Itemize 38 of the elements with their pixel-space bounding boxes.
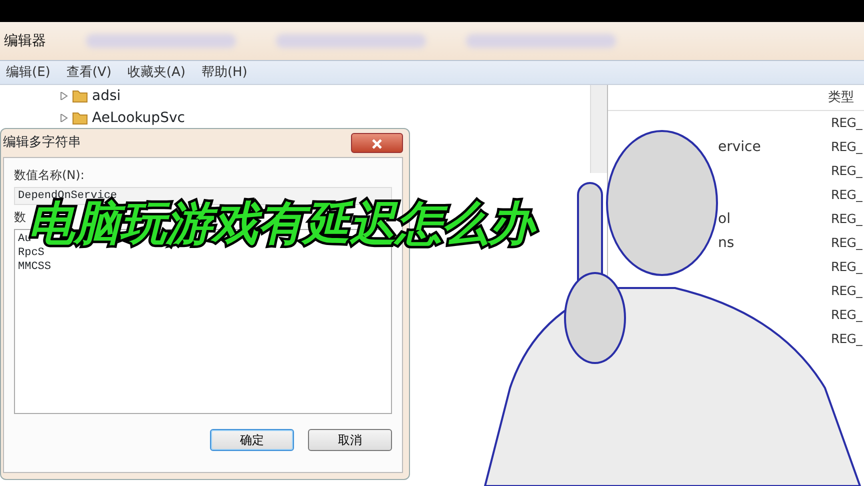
list-cell-text: REG_ xyxy=(831,282,864,300)
folder-icon xyxy=(72,110,88,126)
column-header[interactable]: 类型 xyxy=(828,88,862,108)
list-cell-text: REG_ xyxy=(831,330,864,348)
list-cell: ervice xyxy=(718,138,761,154)
blurred-tab[interactable] xyxy=(276,34,426,48)
list-cell-text: REG_ xyxy=(831,258,864,276)
blurred-tab[interactable] xyxy=(466,34,616,48)
scrollbar[interactable] xyxy=(590,85,607,173)
menu-item[interactable]: 查看(V) xyxy=(66,62,112,82)
list-cell: ns xyxy=(718,234,734,250)
tree-item-label[interactable]: AeLookupSvc xyxy=(92,108,185,128)
window-title: 编辑器 xyxy=(4,32,46,50)
folder-icon xyxy=(72,88,88,104)
list-cell-text: REG_ xyxy=(831,234,864,252)
blurred-tab[interactable] xyxy=(86,34,236,48)
collapsed-arrow-icon[interactable] xyxy=(60,114,68,122)
list-cell-text: REG_ xyxy=(831,114,864,132)
list-cell-text: REG_ xyxy=(831,210,864,228)
close-button[interactable] xyxy=(351,133,403,153)
menu-item[interactable]: 收藏夹(A) xyxy=(127,62,186,82)
dialog-title: 编辑多字符串 xyxy=(3,134,81,152)
dialog-button[interactable]: 取消 xyxy=(308,429,392,451)
list-cell-text: REG_ xyxy=(831,186,864,204)
field-label: 数 xyxy=(14,209,26,226)
field-label: 数值名称(N): xyxy=(14,167,84,184)
close-icon xyxy=(371,138,383,149)
list-cell-text: REG_ xyxy=(831,162,864,180)
collapsed-arrow-icon[interactable] xyxy=(60,92,68,100)
menu-item[interactable]: 帮助(H) xyxy=(201,62,248,82)
text-line: MMCSS xyxy=(18,260,52,274)
text-line: RpcS xyxy=(18,246,44,260)
menu-item[interactable]: 编辑(E) xyxy=(6,62,50,82)
dialog-button[interactable]: 确定 xyxy=(210,429,294,451)
list-cell-text: REG_ xyxy=(831,138,864,156)
list-cell: ol xyxy=(718,210,730,226)
list-cell-text: REG_ xyxy=(831,306,864,324)
tree-item-label[interactable]: adsi xyxy=(92,86,121,106)
